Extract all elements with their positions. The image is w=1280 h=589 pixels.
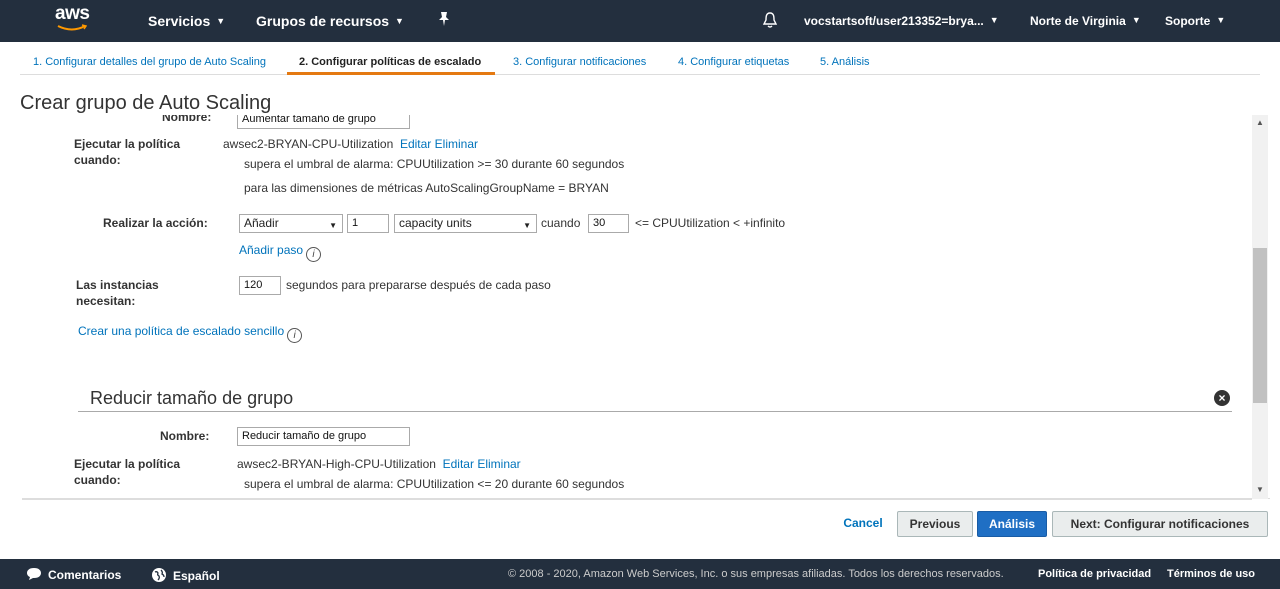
close-icon[interactable]: × bbox=[1214, 390, 1230, 406]
scroll-down-icon[interactable]: ▼ bbox=[1252, 485, 1268, 494]
decrease-delete-link[interactable]: Eliminar bbox=[477, 457, 520, 471]
decrease-name-label: Nombre: bbox=[160, 429, 210, 443]
scroll-up-icon[interactable]: ▲ bbox=[1252, 118, 1268, 127]
increase-execute-label: Ejecutar la política cuando: bbox=[74, 137, 181, 167]
decrease-section-title: Reducir tamaño de grupo bbox=[90, 388, 294, 408]
action-quantity-input[interactable]: 1 bbox=[347, 214, 389, 233]
decrease-alarm-name: awsec2-BRYAN-High-CPU-Utilization bbox=[237, 457, 436, 471]
chevron-down-icon: ▼ bbox=[395, 16, 404, 26]
action-label: Realizar la acción: bbox=[103, 216, 208, 230]
chevron-down-icon: ▼ bbox=[1216, 15, 1226, 25]
top-navigation: aws Servicios ▼ Grupos de recursos ▼ vocst… bbox=[0, 0, 1280, 42]
warmup-text: segundos para prepararse después de cada… bbox=[286, 278, 551, 292]
aws-smile-icon bbox=[57, 24, 87, 31]
feedback-label: Comentarios bbox=[48, 568, 122, 582]
aws-logo[interactable]: aws bbox=[55, 3, 95, 35]
chevron-down-icon: ▼ bbox=[216, 16, 226, 26]
tab-configure-details[interactable]: 1. Configurar detalles del grupo de Auto… bbox=[33, 56, 266, 68]
decrease-alarm-condition: supera el umbral de alarma: CPUUtilizati… bbox=[244, 477, 625, 491]
next-button[interactable]: Next: Configurar notificaciones bbox=[1052, 511, 1268, 537]
active-tab-indicator bbox=[287, 72, 495, 75]
info-icon[interactable]: i bbox=[287, 328, 303, 343]
when-label: cuando bbox=[541, 216, 581, 230]
region-label: Norte de Virginia bbox=[1030, 14, 1126, 28]
account-menu[interactable]: vocstartsoft/user213352=brya... ▼ bbox=[804, 14, 999, 28]
increase-edit-link[interactable]: Editar bbox=[400, 137, 431, 151]
resource-groups-label: Grupos de recursos bbox=[256, 13, 390, 29]
footer: Comentarios Español © 2008 - 2020, Amazo… bbox=[0, 559, 1280, 589]
language-selector[interactable]: Español bbox=[151, 567, 220, 583]
info-icon[interactable]: i bbox=[306, 247, 322, 262]
resource-groups-menu[interactable]: Grupos de recursos ▼ bbox=[256, 13, 404, 29]
decrease-alarm-row: awsec2-BRYAN-High-CPU-Utilization Editar… bbox=[237, 457, 521, 471]
instances-label: Las instancias necesitan: bbox=[76, 278, 159, 308]
privacy-link[interactable]: Política de privacidad bbox=[1038, 568, 1151, 580]
region-menu[interactable]: Norte de Virginia ▼ bbox=[1030, 14, 1141, 28]
previous-button[interactable]: Previous bbox=[897, 511, 973, 537]
increase-name-label: Nombre: bbox=[162, 115, 212, 124]
tab-scaling-policies[interactable]: 2. Configurar políticas de escalado bbox=[299, 56, 481, 68]
increase-alarm-dimensions: para las dimensiones de métricas AutoSca… bbox=[244, 181, 609, 195]
increase-alarm-condition: supera el umbral de alarma: CPUUtilizati… bbox=[244, 157, 625, 171]
feedback-link[interactable]: Comentarios bbox=[26, 567, 121, 582]
increase-name-input[interactable]: Aumentar tamaño de grupo bbox=[237, 115, 410, 129]
bell-icon[interactable] bbox=[762, 11, 778, 32]
support-label: Soporte bbox=[1165, 14, 1211, 28]
aws-logo-text: aws bbox=[55, 3, 90, 24]
terms-link[interactable]: Términos de uso bbox=[1167, 568, 1255, 580]
add-step-link[interactable]: Añadir paso bbox=[239, 243, 303, 257]
chevron-down-icon: ▼ bbox=[1131, 15, 1141, 25]
simple-policy-link[interactable]: Crear una política de escalado sencillo bbox=[78, 324, 284, 338]
increase-alarm-name: awsec2-BRYAN-CPU-Utilization bbox=[223, 137, 394, 151]
action-select-value: Añadir bbox=[244, 216, 279, 230]
decrease-execute-label: Ejecutar la política cuando: bbox=[74, 457, 181, 487]
add-step-row: Añadir paso i bbox=[239, 243, 322, 262]
page-title: Crear grupo de Auto Scaling bbox=[20, 92, 272, 114]
tab-tags[interactable]: 4. Configurar etiquetas bbox=[678, 56, 789, 68]
threshold-range-text: <= CPUUtilization < +infinito bbox=[635, 216, 786, 230]
simple-policy-row: Crear una política de escalado sencillo i bbox=[78, 324, 303, 343]
services-label: Servicios bbox=[148, 13, 211, 29]
dropdown-arrow-icon: ▼ bbox=[329, 221, 337, 230]
chevron-down-icon: ▼ bbox=[989, 15, 999, 25]
language-label: Español bbox=[173, 569, 220, 583]
threshold-input[interactable]: 30 bbox=[588, 214, 629, 233]
dropdown-arrow-icon: ▼ bbox=[523, 221, 531, 230]
decrease-name-input[interactable]: Reducir tamaño de grupo bbox=[237, 427, 410, 446]
increase-alarm-row: awsec2-BRYAN-CPU-Utilization Editar Elim… bbox=[223, 137, 478, 151]
support-menu[interactable]: Soporte ▼ bbox=[1165, 14, 1225, 28]
services-menu[interactable]: Servicios ▼ bbox=[148, 13, 225, 29]
review-button[interactable]: Análisis bbox=[977, 511, 1047, 537]
account-label: vocstartsoft/user213352=brya... bbox=[804, 14, 984, 28]
action-select[interactable]: Añadir ▼ bbox=[239, 214, 343, 233]
decrease-edit-link[interactable]: Editar bbox=[443, 457, 474, 471]
panel-bottom-border bbox=[22, 499, 1252, 500]
increase-delete-link[interactable]: Eliminar bbox=[435, 137, 478, 151]
unit-select[interactable]: capacity units ▼ bbox=[394, 214, 537, 233]
warmup-input[interactable]: 120 bbox=[239, 276, 281, 295]
section-divider bbox=[78, 411, 1232, 412]
unit-select-value: capacity units bbox=[399, 216, 472, 230]
cancel-button[interactable]: Cancel bbox=[836, 511, 890, 537]
scrollbar-thumb[interactable] bbox=[1253, 248, 1267, 403]
speech-bubble-icon bbox=[27, 568, 41, 580]
wizard-tabs: 1. Configurar detalles del grupo de Auto… bbox=[20, 42, 1260, 75]
globe-icon bbox=[152, 568, 166, 582]
pin-icon[interactable] bbox=[437, 11, 451, 31]
copyright-text: © 2008 - 2020, Amazon Web Services, Inc.… bbox=[508, 568, 1004, 580]
tab-notifications[interactable]: 3. Configurar notificaciones bbox=[513, 56, 646, 68]
tab-review[interactable]: 5. Análisis bbox=[820, 56, 870, 68]
